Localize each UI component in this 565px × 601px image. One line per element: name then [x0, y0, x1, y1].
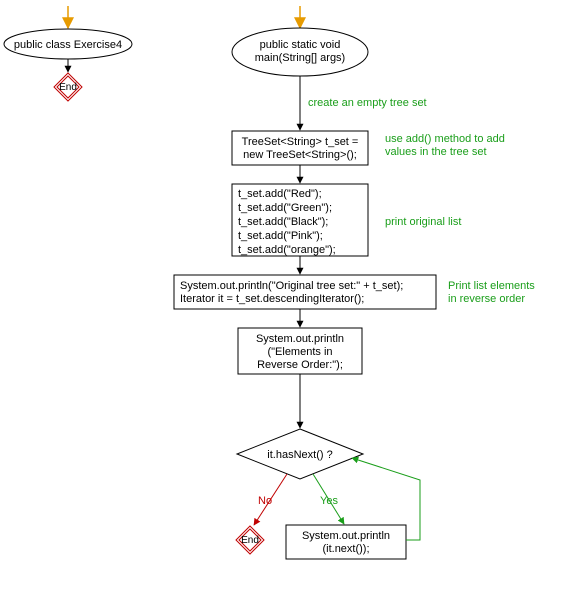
- b4-l1: System.out.println: [256, 333, 344, 345]
- comment-c2-l1: use add() method to add: [385, 133, 505, 145]
- b3-l2: Iterator it = t_set.descendingIterator()…: [180, 293, 364, 305]
- comment-c2-l2: values in the tree set: [385, 146, 487, 158]
- class-end-node: End: [54, 73, 82, 101]
- b1-l1: TreeSet<String> t_set =: [242, 136, 359, 148]
- b3-l1: System.out.println("Original tree set:" …: [180, 280, 403, 292]
- label-yes: Yes: [320, 495, 338, 507]
- main-start-l2: main(String[] args): [255, 52, 345, 64]
- b4-l2: ("Elements in: [267, 346, 332, 358]
- d1-label: it.hasNext() ?: [267, 449, 332, 461]
- b1-l2: new TreeSet<String>();: [243, 149, 357, 161]
- b2-l5: t_set.add("orange");: [238, 244, 336, 256]
- flowchart-canvas: public class Exercise4 End public static…: [0, 0, 565, 601]
- comment-c3: print original list: [385, 216, 461, 228]
- lane-main: public static void main(String[] args) c…: [174, 6, 535, 559]
- main-end-label: End: [241, 535, 259, 546]
- lane-class: public class Exercise4 End: [4, 6, 132, 101]
- main-end-node: End: [236, 526, 264, 554]
- comment-c1: create an empty tree set: [308, 97, 427, 109]
- class-start-label: public class Exercise4: [14, 39, 122, 51]
- main-start-l1: public static void: [260, 39, 341, 51]
- class-end-label: End: [59, 82, 77, 93]
- b4-l3: Reverse Order:");: [257, 359, 343, 371]
- comment-c4-l2: in reverse order: [448, 293, 525, 305]
- b2-l4: t_set.add("Pink");: [238, 230, 323, 242]
- b2-l3: t_set.add("Black");: [238, 216, 328, 228]
- comment-c4-l1: Print list elements: [448, 280, 535, 292]
- b5-l2: (it.next());: [322, 543, 369, 555]
- b2-l1: t_set.add("Red");: [238, 188, 322, 200]
- b5-l1: System.out.println: [302, 530, 390, 542]
- label-no: No: [258, 495, 272, 507]
- b2-l2: t_set.add("Green");: [238, 202, 332, 214]
